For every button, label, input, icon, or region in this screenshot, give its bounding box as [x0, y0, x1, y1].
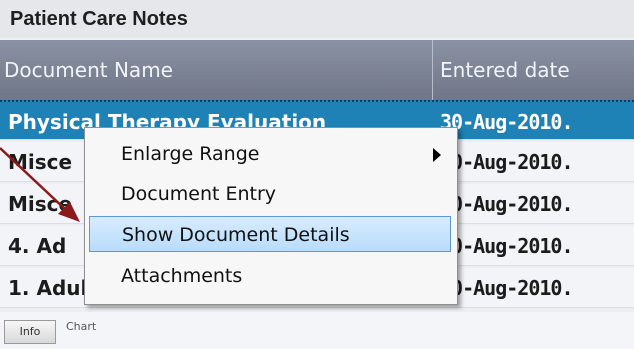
row-entered-date: 30-Aug-2010. [440, 150, 573, 174]
row-document-name: Misce [8, 192, 73, 216]
menu-item-document-entry[interactable]: Document Entry [89, 176, 451, 212]
row-entered-date: 30-Aug-2010. [440, 276, 573, 300]
column-header-entered-date[interactable]: Entered date [440, 40, 570, 100]
menu-item-enlarge-range[interactable]: Enlarge Range [89, 136, 451, 172]
submenu-arrow-icon [433, 148, 441, 162]
row-entered-date: 30-Aug-2010. [440, 110, 573, 134]
menu-item-label: Enlarge Range [121, 143, 260, 165]
info-button[interactable]: Info [4, 320, 56, 344]
table-header: Document Name Entered date [0, 40, 634, 100]
menu-item-label: Attachments [121, 265, 243, 287]
context-menu: Enlarge Range Document Entry Show Docume… [84, 127, 458, 305]
chart-link[interactable]: Chart [66, 320, 96, 333]
column-header-document-name[interactable]: Document Name [4, 40, 173, 100]
row-document-name: Misce [8, 150, 73, 174]
panel-title: Patient Care Notes [0, 0, 634, 38]
menu-item-show-document-details[interactable]: Show Document Details [89, 216, 451, 252]
menu-item-attachments[interactable]: Attachments [89, 258, 451, 294]
row-entered-date: 30-Aug-2010. [440, 192, 573, 216]
row-document-name: 4. Ad [8, 234, 67, 258]
menu-item-label: Document Entry [121, 183, 277, 205]
menu-item-label: Show Document Details [122, 224, 350, 246]
column-separator[interactable] [432, 40, 433, 100]
footer-bar: Info Chart [0, 312, 634, 349]
row-entered-date: 30-Aug-2010. [440, 234, 573, 258]
